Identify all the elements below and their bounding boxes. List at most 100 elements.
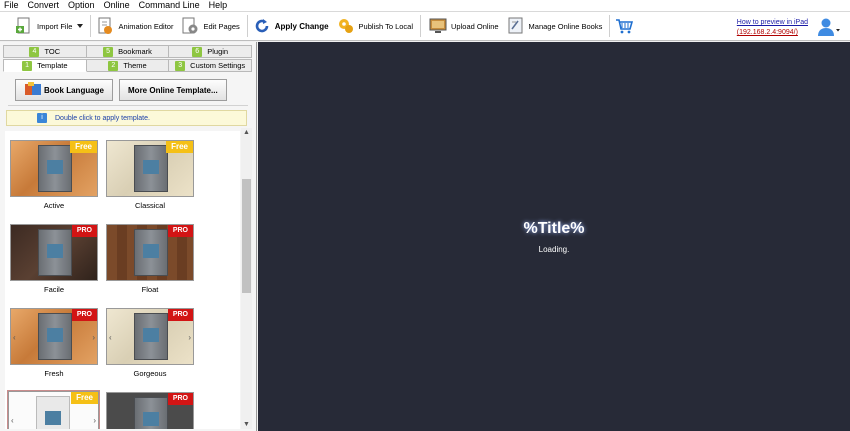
scroll-up-icon[interactable]: ▲ (241, 128, 252, 137)
more-online-template-label: More Online Template... (128, 85, 218, 95)
publish-icon (337, 17, 355, 35)
book-preview-icon (38, 145, 72, 192)
tab-number: 3 (175, 60, 186, 71)
user-avatar-icon (818, 18, 840, 36)
pro-badge: PRO (71, 309, 97, 321)
toolbar-divider (420, 15, 422, 37)
divider (8, 105, 248, 106)
chevron-right-icon: › (188, 333, 191, 342)
template-thumb-fresh[interactable]: ‹ › PRO (10, 308, 98, 365)
upload-online-label: Upload Online (451, 21, 499, 31)
scrollbar-thumb[interactable] (242, 179, 251, 293)
upload-online-button[interactable]: Upload Online (426, 13, 504, 39)
template-thumb-facile[interactable]: PRO (10, 224, 98, 281)
template-panel: 4 TOC 5 Bookmark 6 Plugin 1 Template 2 Theme … (0, 42, 257, 431)
template-thumb-float[interactable]: PRO (106, 224, 194, 281)
chevron-left-icon: ‹ (13, 333, 16, 342)
manage-online-books-button[interactable]: Manage Online Books (504, 13, 608, 39)
animation-editor-icon (96, 17, 114, 35)
tab-label: Theme (123, 61, 147, 70)
book-preview-area[interactable]: %Title% Loading. (258, 42, 850, 431)
template-name: Active (43, 201, 65, 210)
book-language-icon (24, 82, 42, 98)
manage-online-books-label: Manage Online Books (528, 21, 603, 31)
edit-pages-label: Edit Pages (203, 21, 240, 31)
menu-convert[interactable]: Convert (28, 0, 60, 11)
template-name: Classical (134, 201, 165, 210)
free-badge: Free (71, 392, 98, 404)
tab-row-bottom: 1 Template 2 Theme 3 Custom Settings (3, 59, 253, 72)
template-name: Facile (43, 285, 64, 294)
preview-title: %Title% (523, 220, 585, 237)
book-preview-icon (134, 229, 168, 276)
cart-button[interactable] (612, 13, 642, 39)
hint-text: Double click to apply template. (55, 114, 150, 122)
tab-label: TOC (44, 47, 61, 56)
manage-books-icon (507, 17, 525, 35)
tab-row-top: 4 TOC 5 Bookmark 6 Plugin (3, 45, 253, 58)
menu-bar: File Convert Option Online Command Line … (0, 0, 850, 11)
edit-pages-button[interactable]: Edit Pages (178, 13, 244, 39)
template-thumb-active[interactable]: Free (10, 140, 98, 197)
tab-label: Custom Settings (190, 61, 246, 70)
pro-badge: PRO (167, 393, 193, 405)
chevron-left-icon: ‹ (11, 416, 14, 425)
template-gallery: Free Active Free Classical PRO Facile PR… (5, 131, 240, 429)
tab-number: 2 (108, 60, 119, 71)
menu-file[interactable]: File (4, 0, 19, 11)
animation-editor-button[interactable]: Animation Editor (93, 13, 178, 39)
template-thumb-gorgeous[interactable]: ‹ › PRO (106, 308, 194, 365)
animation-editor-label: Animation Editor (118, 21, 174, 31)
tab-bookmark[interactable]: 5 Bookmark (86, 45, 170, 58)
publish-to-local-label: Publish To Local (358, 21, 414, 31)
toolbar-divider (609, 15, 611, 37)
tab-template[interactable]: 1 Template (3, 59, 87, 72)
toolbar: Import File Animation Editor Edit Pages … (0, 11, 850, 41)
tab-custom-settings[interactable]: 3 Custom Settings (169, 59, 253, 72)
book-language-button[interactable]: Book Language (15, 79, 114, 101)
apply-change-label: Apply Change (274, 21, 329, 31)
toolbar-divider (90, 15, 92, 37)
template-thumb-classical[interactable]: Free (106, 140, 194, 197)
loading-text: Loading. (538, 245, 570, 254)
more-online-template-button[interactable]: More Online Template... (119, 79, 227, 101)
menu-online[interactable]: Online (104, 0, 130, 11)
publish-to-local-button[interactable]: Publish To Local (334, 13, 418, 39)
import-file-label: Import File (37, 21, 73, 31)
shopping-cart-icon (615, 17, 634, 35)
hint-bar: i Double click to apply template. (6, 110, 247, 126)
user-account-menu[interactable] (818, 17, 840, 37)
ipad-link-text: How to preview in iPad (736, 19, 808, 26)
edit-pages-icon (181, 17, 199, 35)
ipad-preview-link[interactable]: How to preview in iPad (192.168.2.4:9094… (737, 18, 808, 38)
refresh-icon (253, 17, 271, 35)
free-badge: Free (70, 141, 97, 153)
chevron-right-icon: › (93, 416, 96, 425)
tab-label: Template (37, 61, 68, 70)
menu-help[interactable]: Help (209, 0, 228, 11)
book-language-label: Book Language (44, 85, 105, 95)
scroll-down-icon[interactable]: ▼ (241, 420, 252, 429)
template-thumb-selected[interactable]: ‹ › Free (7, 390, 100, 429)
tab-toc[interactable]: 4 TOC (3, 45, 87, 58)
template-name: Float (141, 285, 159, 294)
upload-monitor-icon (429, 17, 447, 35)
tab-label: Bookmark (118, 47, 152, 56)
template-name: Fresh (44, 369, 64, 378)
pro-badge: PRO (167, 225, 193, 237)
template-thumb[interactable]: PRO (106, 392, 194, 429)
menu-command-line[interactable]: Command Line (139, 0, 200, 11)
tab-theme[interactable]: 2 Theme (86, 59, 170, 72)
import-file-button[interactable]: Import File (12, 13, 88, 39)
template-name: Gorgeous (133, 369, 167, 378)
import-file-icon (15, 17, 33, 35)
tab-number: 5 (103, 46, 114, 57)
menu-option[interactable]: Option (68, 0, 95, 11)
pro-badge: PRO (167, 309, 193, 321)
tab-plugin[interactable]: 6 Plugin (169, 45, 253, 58)
apply-change-button[interactable]: Apply Change (250, 13, 334, 39)
chevron-down-icon[interactable] (77, 24, 84, 28)
gallery-scrollbar[interactable]: ▲ ▼ (241, 128, 252, 429)
info-icon: i (37, 113, 47, 123)
book-preview-icon (36, 396, 70, 429)
